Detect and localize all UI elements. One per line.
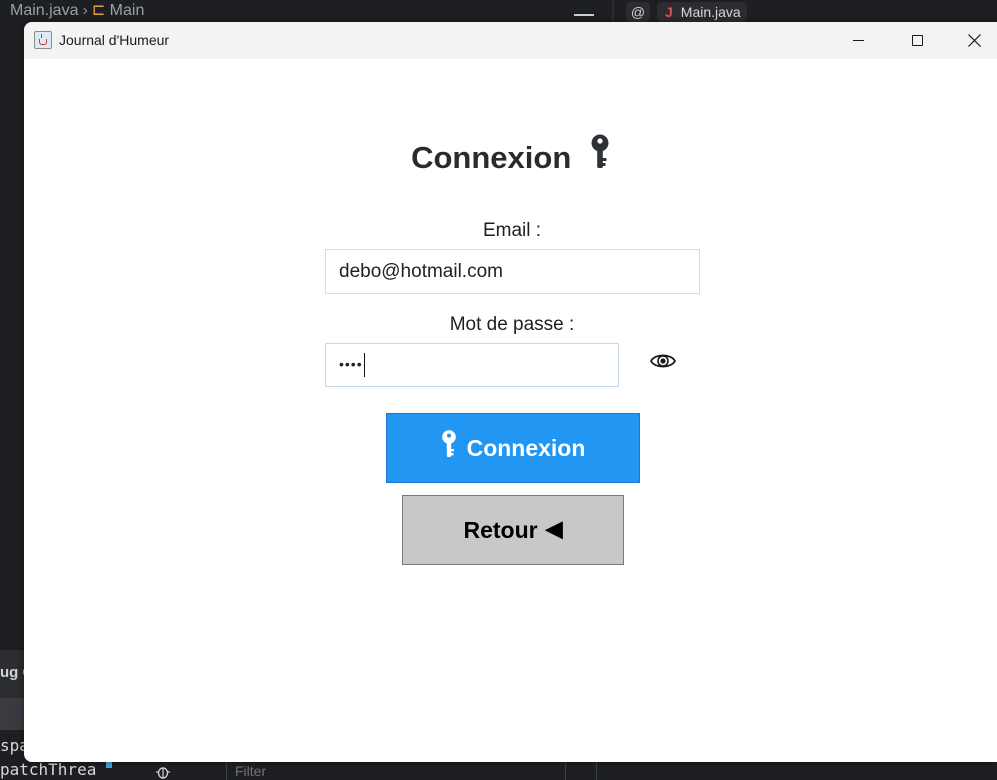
key-icon [590, 134, 610, 180]
email-label: Email : [482, 220, 542, 241]
close-icon [968, 34, 981, 47]
bug-icon[interactable] [150, 762, 176, 780]
ide-panel-strip [0, 698, 24, 730]
password-label: Mot de passe : [449, 314, 575, 335]
minimize-button[interactable] [835, 22, 881, 59]
close-button[interactable] [951, 22, 997, 59]
ide-breadcrumb-file: Main.java [10, 2, 79, 19]
breakpoint-dot-icon [105, 762, 112, 768]
email-field[interactable]: debo@hotmail.com [325, 249, 700, 294]
left-arrow-icon: ◀ [545, 516, 563, 541]
maximize-button[interactable] [894, 22, 940, 59]
ide-breadcrumb-class: Main [109, 2, 145, 19]
page-title: Connexion [24, 134, 997, 180]
ide-filter-input[interactable]: Filter [226, 760, 566, 780]
login-button-label: Connexion [466, 434, 586, 461]
window-title: Journal d'Humeur [59, 32, 170, 48]
maximize-icon [912, 35, 923, 46]
password-field-value: •••• [339, 356, 363, 372]
text-caret [363, 353, 366, 377]
chevron-right-icon: › [82, 2, 88, 19]
eye-icon[interactable] [649, 350, 677, 372]
ide-code-line: patchThrea [0, 760, 97, 779]
ide-breadcrumb[interactable]: Main.java › ⊏ Main [10, 0, 144, 20]
login-panel: Connexion Email : debo@hotmail.com Mot d… [24, 59, 997, 762]
java-app-icon [34, 31, 52, 49]
email-field-value: debo@hotmail.com [339, 260, 503, 282]
back-button-label: Retour [463, 516, 538, 543]
ide-divider [612, 0, 614, 24]
ide-at-button[interactable]: @ [626, 2, 650, 22]
ide-editor-tab[interactable]: J Main.java [657, 2, 747, 22]
java-file-icon: J [665, 4, 673, 20]
title-bar[interactable]: Journal d'Humeur [24, 22, 997, 59]
app-window: Journal d'Humeur Connexion Email : debo@… [24, 22, 997, 762]
class-icon: ⊏ [91, 2, 110, 19]
password-field[interactable]: •••• [325, 343, 619, 387]
back-button[interactable]: Retour ◀ [402, 495, 624, 565]
minimize-icon [853, 40, 864, 41]
key-icon [441, 430, 457, 464]
page-title-text: Connexion [411, 140, 572, 176]
login-button[interactable]: Connexion [386, 413, 640, 483]
ide-editor-tab-label: Main.java [680, 4, 741, 20]
ide-debug-panel-tab[interactable]: ug C [0, 650, 24, 698]
ide-minimize-icon[interactable] [574, 2, 594, 16]
